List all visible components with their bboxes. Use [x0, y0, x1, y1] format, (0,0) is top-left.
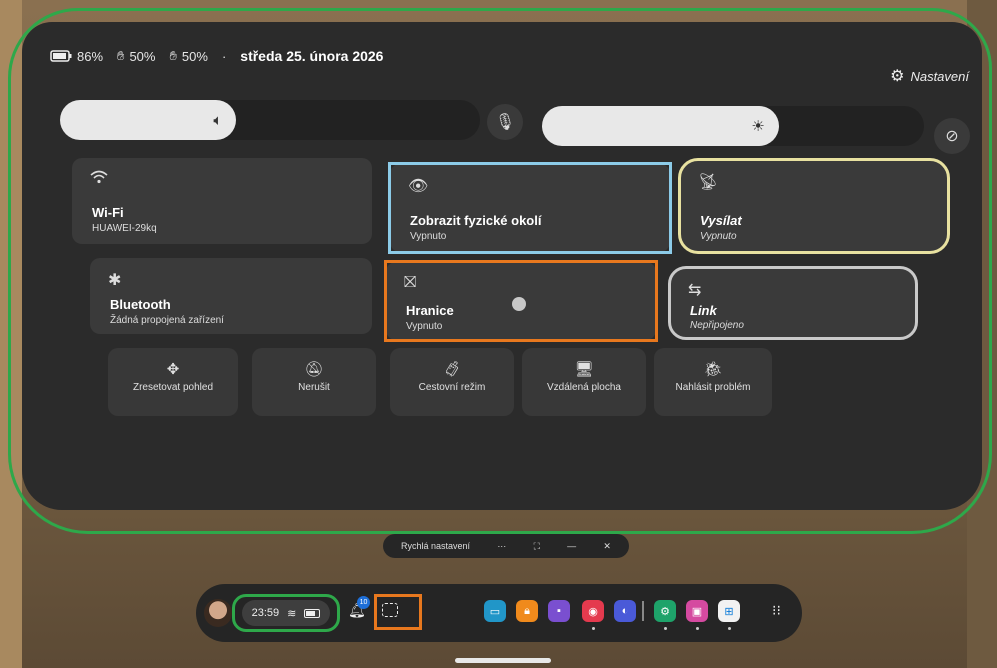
volume-slider-fill: 🔈︎	[60, 100, 237, 140]
right-controller-value: 50%	[181, 48, 208, 64]
cursor-pointer	[512, 297, 526, 311]
brightness-slider-fill: ☀	[542, 106, 779, 146]
browser-app-icon[interactable]: ◐	[614, 600, 636, 622]
brightness-off-icon: ⊘	[945, 128, 959, 145]
tile-cast-title: Vysílat	[700, 213, 742, 228]
action-do-not-disturb[interactable]: 🔕︎ Nerušit	[252, 348, 376, 416]
taskbar: 23:59 ≋ 🔔︎ 10 ▭ 🔒︎ ▪ ◉ ◐ ⚙ ▣ ⊞ ⁝⁝	[196, 584, 802, 642]
resize-icon[interactable]: ⛶	[534, 541, 540, 552]
cast-icon: 📡︎	[698, 174, 719, 191]
link-icon: ⇆	[688, 282, 702, 299]
auto-brightness-button[interactable]: ⊘	[934, 118, 970, 154]
status-bar: 86% ✋︎ 50% ✋︎ 50% · středa 25. února 202…	[50, 48, 383, 64]
headset-battery-value: 86%	[77, 48, 104, 64]
brightness-slider[interactable]: ☀	[542, 106, 924, 146]
home-indicator	[455, 658, 551, 663]
tile-link-subtitle: Nepřipojeno	[690, 320, 744, 331]
boundary-shortcut-icon[interactable]	[382, 603, 398, 617]
date-label: středa 25. února 2026	[240, 48, 384, 64]
right-controller-battery: ✋︎ 50%	[169, 48, 207, 64]
window-titlebar[interactable]: Rychlá nastavení ··· ⛶ — ✕	[383, 534, 629, 558]
tile-boundary-subtitle: Vypnuto	[406, 321, 443, 332]
room-wall-left	[0, 0, 22, 668]
headset-battery: 86%	[50, 49, 103, 64]
do-not-disturb-icon: 🔕︎	[304, 361, 324, 378]
remote-desktop-icon: 🖥︎	[574, 361, 594, 378]
action-remote-label: Vzdálená plocha	[547, 382, 621, 393]
gallery-app-icon[interactable]: ▣	[686, 600, 708, 622]
tile-passthrough-title: Zobrazit fyzické okolí	[410, 213, 542, 228]
action-report-problem[interactable]: 🐞︎ Nahlásit problém	[654, 348, 772, 416]
notification-badge: 10	[357, 596, 370, 609]
bug-report-icon: 🐞︎	[703, 361, 723, 378]
gallery-app-running-dot	[696, 627, 699, 630]
tile-passthrough-subtitle: Vypnuto	[410, 231, 447, 242]
volume-slider[interactable]: 🔈︎	[60, 100, 480, 140]
clock-status-pill[interactable]: 23:59 ≋	[242, 600, 330, 626]
travel-mode-icon: 🧳︎	[442, 361, 462, 378]
settings-label: Nastavení	[910, 68, 969, 84]
recenter-icon: ✥	[166, 361, 180, 378]
settings-app-icon[interactable]: ⚙	[654, 600, 676, 622]
more-options-icon[interactable]: ···	[497, 541, 506, 551]
minimize-icon[interactable]: —	[567, 541, 576, 551]
tile-bluetooth-title: Bluetooth	[110, 297, 171, 312]
tile-passthrough[interactable]: 👁︎ Zobrazit fyzické okolí Vypnuto	[390, 164, 670, 252]
status-separator: ·	[221, 48, 227, 64]
left-controller-battery: ✋︎ 50%	[117, 48, 155, 64]
speaker-icon: 🔈︎	[213, 111, 223, 129]
avatar[interactable]	[204, 599, 232, 627]
tile-bluetooth-subtitle: Žádná propojená zařízení	[110, 315, 224, 326]
app-grid-icon[interactable]: ⁝⁝	[772, 602, 781, 619]
chat-app-icon[interactable]: ▪	[548, 600, 570, 622]
lock-app-icon[interactable]: 🔒︎	[516, 600, 538, 622]
tile-bluetooth[interactable]: ✱ Bluetooth Žádná propojená zařízení	[90, 258, 372, 334]
boundary-off-icon: ⛝	[404, 274, 417, 291]
action-travel-label: Cestovní režim	[418, 382, 486, 393]
settings-button[interactable]: ⚙ Nastavení	[890, 66, 969, 86]
sun-icon: ☀	[751, 118, 765, 135]
windows-app-icon[interactable]: ⊞	[718, 600, 740, 622]
left-controller-icon: ✋︎	[117, 48, 125, 63]
windows-app-running-dot	[728, 627, 731, 630]
taskbar-divider	[642, 601, 644, 621]
camera-app-running-dot	[592, 627, 595, 630]
tile-link[interactable]: ⇆ Link Nepřipojeno	[670, 268, 916, 338]
microphone-button[interactable]: 🎙︎	[487, 104, 523, 140]
tile-cast[interactable]: 📡︎ Vysílat Vypnuto	[680, 160, 948, 252]
tile-wifi-subtitle: HUAWEI-29kq	[92, 223, 157, 234]
camera-app-icon[interactable]: ◉	[582, 600, 604, 622]
wifi-icon	[90, 170, 108, 188]
battery-icon	[50, 50, 72, 62]
action-report-label: Nahlásit problém	[675, 382, 751, 393]
gear-icon: ⚙	[890, 68, 905, 85]
tile-link-title: Link	[690, 303, 717, 318]
window-title: Rychlá nastavení	[401, 541, 471, 551]
microphone-icon: 🎙︎	[494, 114, 516, 131]
settings-app-running-dot	[664, 627, 667, 630]
store-app-icon[interactable]: ▭	[484, 600, 506, 622]
action-remote-desktop[interactable]: 🖥︎ Vzdálená plocha	[522, 348, 646, 416]
bluetooth-icon: ✱	[108, 272, 122, 289]
tile-boundary[interactable]: ⛝ Hranice Vypnuto	[386, 262, 656, 340]
wifi-small-icon: ≋	[287, 607, 297, 620]
action-dnd-label: Nerušit	[298, 382, 330, 393]
battery-small-icon	[304, 608, 321, 618]
action-recenter[interactable]: ✥ Zresetovat pohled	[108, 348, 238, 416]
action-recenter-label: Zresetovat pohled	[132, 382, 214, 393]
action-travel-mode[interactable]: 🧳︎ Cestovní režim	[390, 348, 514, 416]
close-icon[interactable]: ✕	[603, 541, 611, 552]
right-controller-icon: ✋︎	[169, 48, 177, 63]
eye-icon: 👁︎	[408, 178, 429, 195]
tile-wifi[interactable]: Wi-Fi HUAWEI-29kq	[72, 158, 372, 244]
tile-wifi-title: Wi-Fi	[92, 205, 124, 220]
tile-boundary-title: Hranice	[406, 303, 454, 318]
left-controller-value: 50%	[129, 48, 156, 64]
tile-cast-subtitle: Vypnuto	[700, 231, 737, 242]
clock-time: 23:59	[251, 607, 280, 619]
